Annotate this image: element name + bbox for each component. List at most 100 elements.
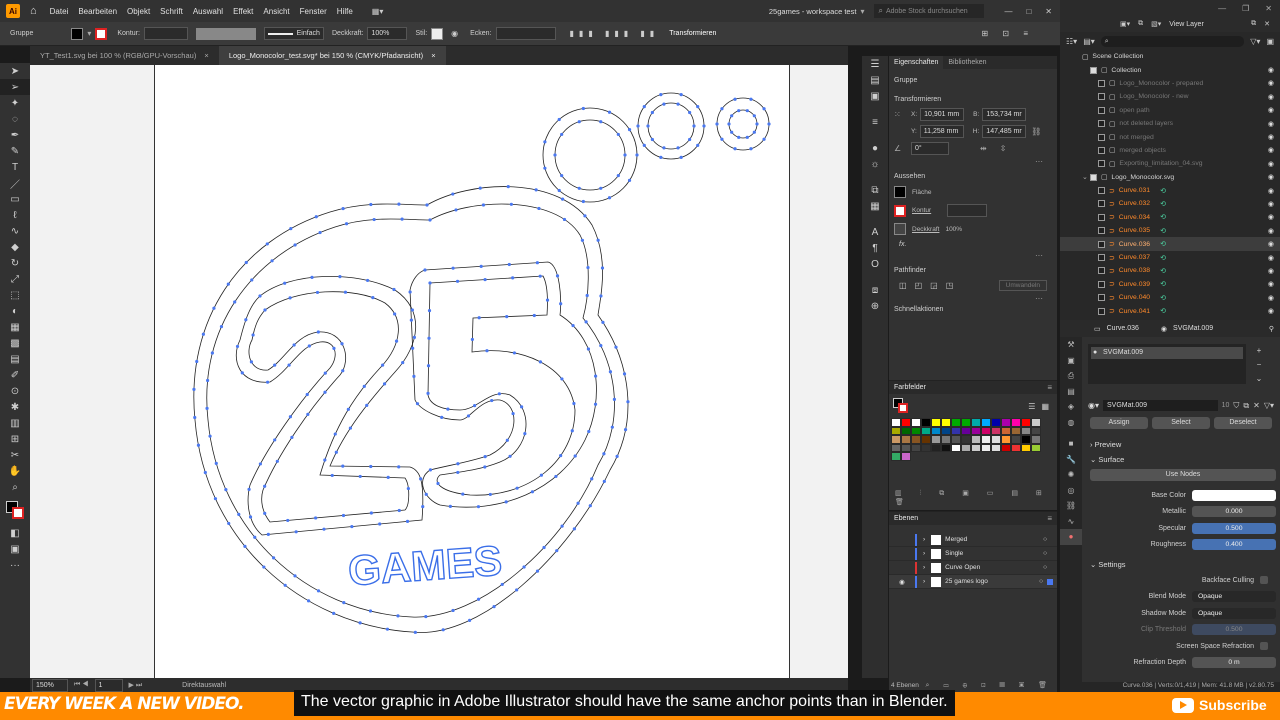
exclude-checkbox[interactable] (1098, 106, 1105, 114)
recolor-icon[interactable]: ◉ (451, 29, 458, 38)
close-icon[interactable]: × (431, 51, 435, 60)
exclude-icon[interactable]: ◳ (946, 281, 954, 290)
visibility-eye-icon[interactable]: ◉ (1268, 79, 1274, 87)
anchor-point[interactable] (306, 599, 311, 603)
anchor-point[interactable] (424, 492, 428, 496)
layer-name[interactable]: Merged (945, 536, 967, 543)
anchor-point[interactable] (203, 470, 207, 475)
anchor-point[interactable] (696, 105, 700, 109)
anchor-point[interactable] (588, 504, 592, 508)
anchor-point[interactable] (730, 130, 734, 134)
anchor-point[interactable] (350, 524, 354, 529)
anchor-point[interactable] (696, 143, 700, 147)
swatches-title[interactable]: Farbfelder (889, 381, 931, 394)
anchor-point[interactable] (608, 370, 613, 374)
exclude-checkbox[interactable] (1098, 267, 1105, 275)
color-swatch[interactable] (1021, 426, 1031, 435)
exclude-checkbox[interactable] (1090, 173, 1097, 181)
anchor-point[interactable] (511, 411, 515, 416)
outliner-row[interactable]: ⊃ Curve.035 ⟲ ◉ (1060, 224, 1280, 237)
anchor-point[interactable] (733, 97, 737, 101)
outliner-row[interactable]: ⊃ Curve.036 ⟲ ◉ (1060, 237, 1280, 251)
preview-panel-header[interactable]: › Preview (1082, 437, 1280, 452)
physics-props-icon[interactable]: ◎ (1060, 483, 1082, 499)
anchor-point[interactable] (341, 206, 345, 211)
outliner-row[interactable]: ▢ not deleted layers ◉ (1060, 117, 1280, 130)
expand-arrow-icon[interactable]: › (923, 550, 925, 557)
anchor-point[interactable] (341, 513, 346, 518)
anchor-point[interactable] (192, 387, 196, 391)
outliner-row[interactable]: ▢ Collection ◉ (1060, 63, 1280, 76)
outliner-scene-collection[interactable]: ▢ Scene Collection (1060, 50, 1280, 63)
target-icon[interactable]: ○ (1043, 564, 1047, 571)
anchor-point[interactable] (587, 429, 591, 434)
reference-point-icon[interactable]: ⁙ (894, 110, 908, 119)
object-props-icon[interactable]: ■ (1060, 436, 1082, 452)
canvas[interactable]: GAMES (30, 65, 848, 678)
close-icon[interactable]: ✕ (1265, 4, 1272, 13)
layer-row-25-games-logo[interactable]: ◉ › 25 games logo ○ (889, 575, 1057, 589)
anchor-point[interactable] (614, 345, 618, 349)
anchor-point[interactable] (233, 300, 237, 304)
anchor-point[interactable] (393, 312, 397, 316)
anchor-point[interactable] (293, 243, 297, 247)
anchor-point[interactable] (635, 153, 639, 157)
anchor-point[interactable] (662, 102, 666, 106)
anchor-point[interactable] (208, 434, 212, 438)
anchor-point[interactable] (560, 197, 565, 201)
color-swatch[interactable] (991, 418, 1001, 427)
anchor-point[interactable] (607, 110, 612, 114)
selection-tool-icon[interactable]: ➤ (0, 63, 30, 79)
anchor-point[interactable] (322, 527, 326, 531)
anchor-point[interactable] (240, 371, 244, 375)
stroke-swatch[interactable] (95, 27, 108, 40)
symbol-sprayer-icon[interactable]: ✱ (0, 399, 30, 415)
anchor-point[interactable] (601, 320, 605, 324)
menu-datei[interactable]: Datei (45, 7, 74, 16)
anchor-point[interactable] (610, 425, 614, 429)
anchor-point[interactable] (428, 218, 432, 222)
anchor-point[interactable] (378, 522, 382, 526)
variable-width-preview[interactable] (195, 27, 256, 40)
visibility-eye-icon[interactable]: ◉ (1268, 93, 1274, 101)
zoom-tool-icon[interactable]: ⌕ (0, 479, 30, 495)
more-tools-icon[interactable]: ··· (0, 557, 30, 573)
unite-icon[interactable]: ◫ (899, 281, 907, 290)
anchor-point[interactable] (555, 549, 559, 553)
outliner-row[interactable]: ⊃ Curve.041 ⟲ ◉ (1060, 304, 1280, 317)
paintbrush-icon[interactable]: ℓ (0, 207, 30, 223)
anchor-point[interactable] (314, 215, 318, 219)
anchor-point[interactable] (283, 583, 287, 587)
exclude-checkbox[interactable] (1098, 280, 1105, 288)
anchor-point[interactable] (316, 330, 320, 334)
color-swatch[interactable] (911, 435, 921, 444)
visibility-eye-icon[interactable]: ◉ (1268, 280, 1274, 288)
anchor-point[interactable] (454, 208, 458, 212)
artboards-icon[interactable]: ▣ (862, 88, 888, 104)
close-icon[interactable]: ✕ (1264, 20, 1270, 28)
anchor-point[interactable] (251, 333, 255, 337)
anchor-point[interactable] (767, 122, 771, 126)
anchor-point[interactable] (315, 290, 320, 295)
style-swatch[interactable] (431, 27, 444, 40)
material-props-icon[interactable]: ● (1060, 529, 1082, 545)
anchor-point[interactable] (341, 464, 345, 468)
anchor-point[interactable] (581, 199, 585, 204)
anchor-point[interactable] (627, 178, 632, 183)
anchor-point[interactable] (451, 192, 455, 196)
expand-arrow-icon[interactable]: › (923, 536, 925, 543)
links-icon[interactable]: ⧉ (862, 182, 888, 198)
anchor-point[interactable] (249, 360, 254, 364)
anchor-point[interactable] (318, 230, 322, 235)
pathfinder-icon[interactable]: ⊕ (862, 298, 888, 314)
color-swatch[interactable] (981, 443, 991, 452)
anchor-point[interactable] (599, 294, 603, 298)
menu-ansicht[interactable]: Ansicht (258, 7, 294, 16)
anchor-point[interactable] (737, 109, 741, 113)
outliner-row[interactable]: ▢ Logo_Monocolor - prepared ◉ (1060, 77, 1280, 90)
anchor-point[interactable] (688, 137, 692, 142)
target-icon[interactable]: ○ (1043, 536, 1047, 543)
color-swatch[interactable] (941, 426, 951, 435)
anchor-point[interactable] (583, 214, 587, 218)
anchor-point[interactable] (385, 627, 390, 631)
